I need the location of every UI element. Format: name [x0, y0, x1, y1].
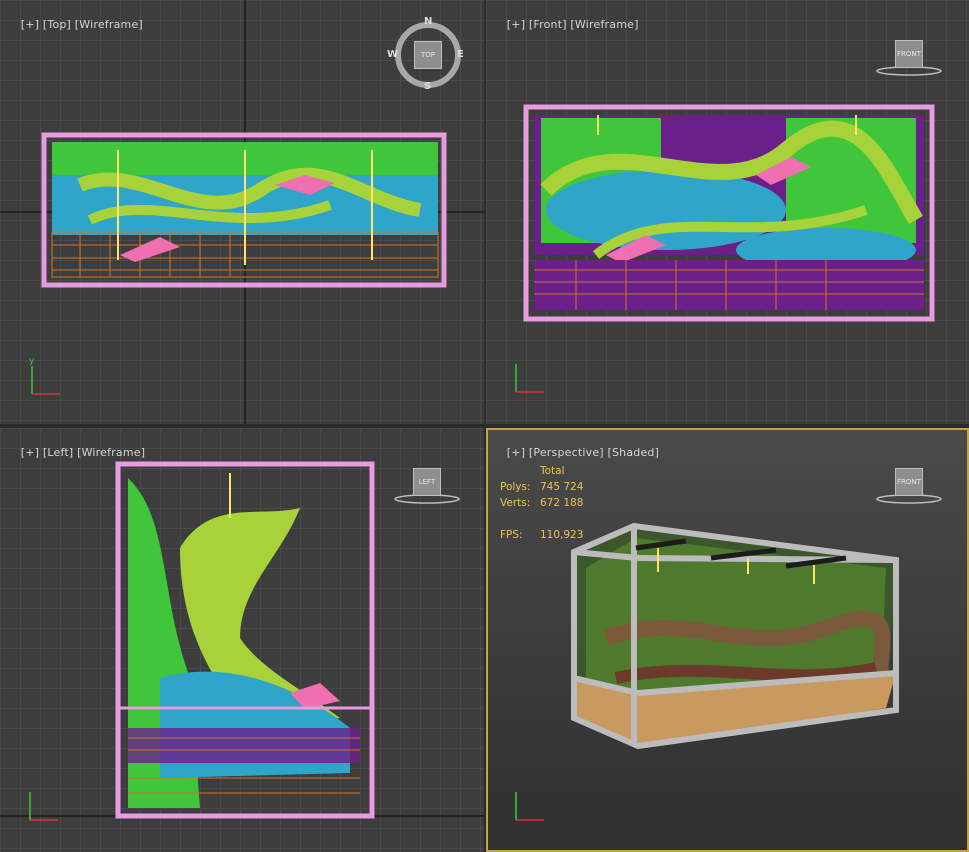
- stats-polys-value: 745 724: [540, 481, 584, 493]
- axis-tripod: [510, 786, 550, 826]
- viewcube-face[interactable]: LEFT: [413, 468, 441, 496]
- viewport-shading-mode[interactable]: [Wireframe]: [75, 18, 143, 31]
- compass-west: W: [387, 49, 399, 60]
- viewcube-face[interactable]: TOP: [414, 41, 442, 69]
- axis-tripod: [510, 358, 550, 398]
- viewport-shading-mode[interactable]: [Shaded]: [608, 446, 660, 459]
- stats-verts-label: Verts:: [500, 497, 531, 509]
- viewcube-compass[interactable]: TOP N S W E: [387, 16, 464, 92]
- viewport-top[interactable]: [+] [Top] [Wireframe] TOP N S W E y: [0, 0, 484, 424]
- viewport-view-name[interactable]: [Front]: [529, 18, 567, 31]
- viewcube-face[interactable]: FRONT: [895, 40, 923, 68]
- stats-fps-value: 110,923: [540, 529, 584, 541]
- stats-polys-label: Polys:: [500, 481, 531, 493]
- stats-verts-value: 672 188: [540, 497, 584, 509]
- viewport-view-name[interactable]: [Left]: [43, 446, 73, 459]
- statistics-overlay: Total Polys: 745 724 Verts: 672 188 FPS: 11…: [500, 463, 583, 543]
- stats-total-header: Total: [540, 465, 565, 477]
- viewport-shading-mode[interactable]: [Wireframe]: [570, 18, 638, 31]
- viewport-front[interactable]: [+] [Front] [Wireframe] FRONT: [486, 0, 969, 424]
- axis-tripod: [24, 786, 64, 826]
- compass-south: S: [424, 81, 432, 92]
- viewport-label-front[interactable]: [+] [Front] [Wireframe]: [492, 5, 639, 44]
- viewport-menu-plus[interactable]: [+]: [507, 446, 525, 459]
- viewport-menu-plus[interactable]: [+]: [21, 18, 39, 31]
- viewport-label-left[interactable]: [+] [Left] [Wireframe]: [6, 433, 145, 472]
- viewport-view-name[interactable]: [Top]: [43, 18, 71, 31]
- viewport-menu-plus[interactable]: [+]: [21, 446, 39, 459]
- stats-fps-label: FPS:: [500, 529, 523, 541]
- viewport-perspective[interactable]: [+] [Perspective] [Shaded] Total Polys: 7…: [486, 428, 969, 852]
- viewport-label-top[interactable]: [+] [Top] [Wireframe]: [6, 5, 143, 44]
- axis-y-label: y: [29, 356, 35, 366]
- viewcube-face[interactable]: FRONT: [895, 468, 923, 496]
- viewcube[interactable]: FRONT: [874, 466, 944, 506]
- viewcube[interactable]: LEFT: [392, 466, 462, 506]
- viewport-shading-mode[interactable]: [Wireframe]: [77, 446, 145, 459]
- compass-east: E: [457, 49, 464, 60]
- axis-tripod: y: [26, 356, 66, 400]
- viewport-menu-plus[interactable]: [+]: [507, 18, 525, 31]
- compass-north: N: [424, 16, 433, 27]
- viewport-view-name[interactable]: [Perspective]: [529, 446, 604, 459]
- viewport-left[interactable]: [+] [Left] [Wireframe] LEFT: [0, 428, 484, 852]
- viewcube[interactable]: FRONT: [874, 38, 944, 78]
